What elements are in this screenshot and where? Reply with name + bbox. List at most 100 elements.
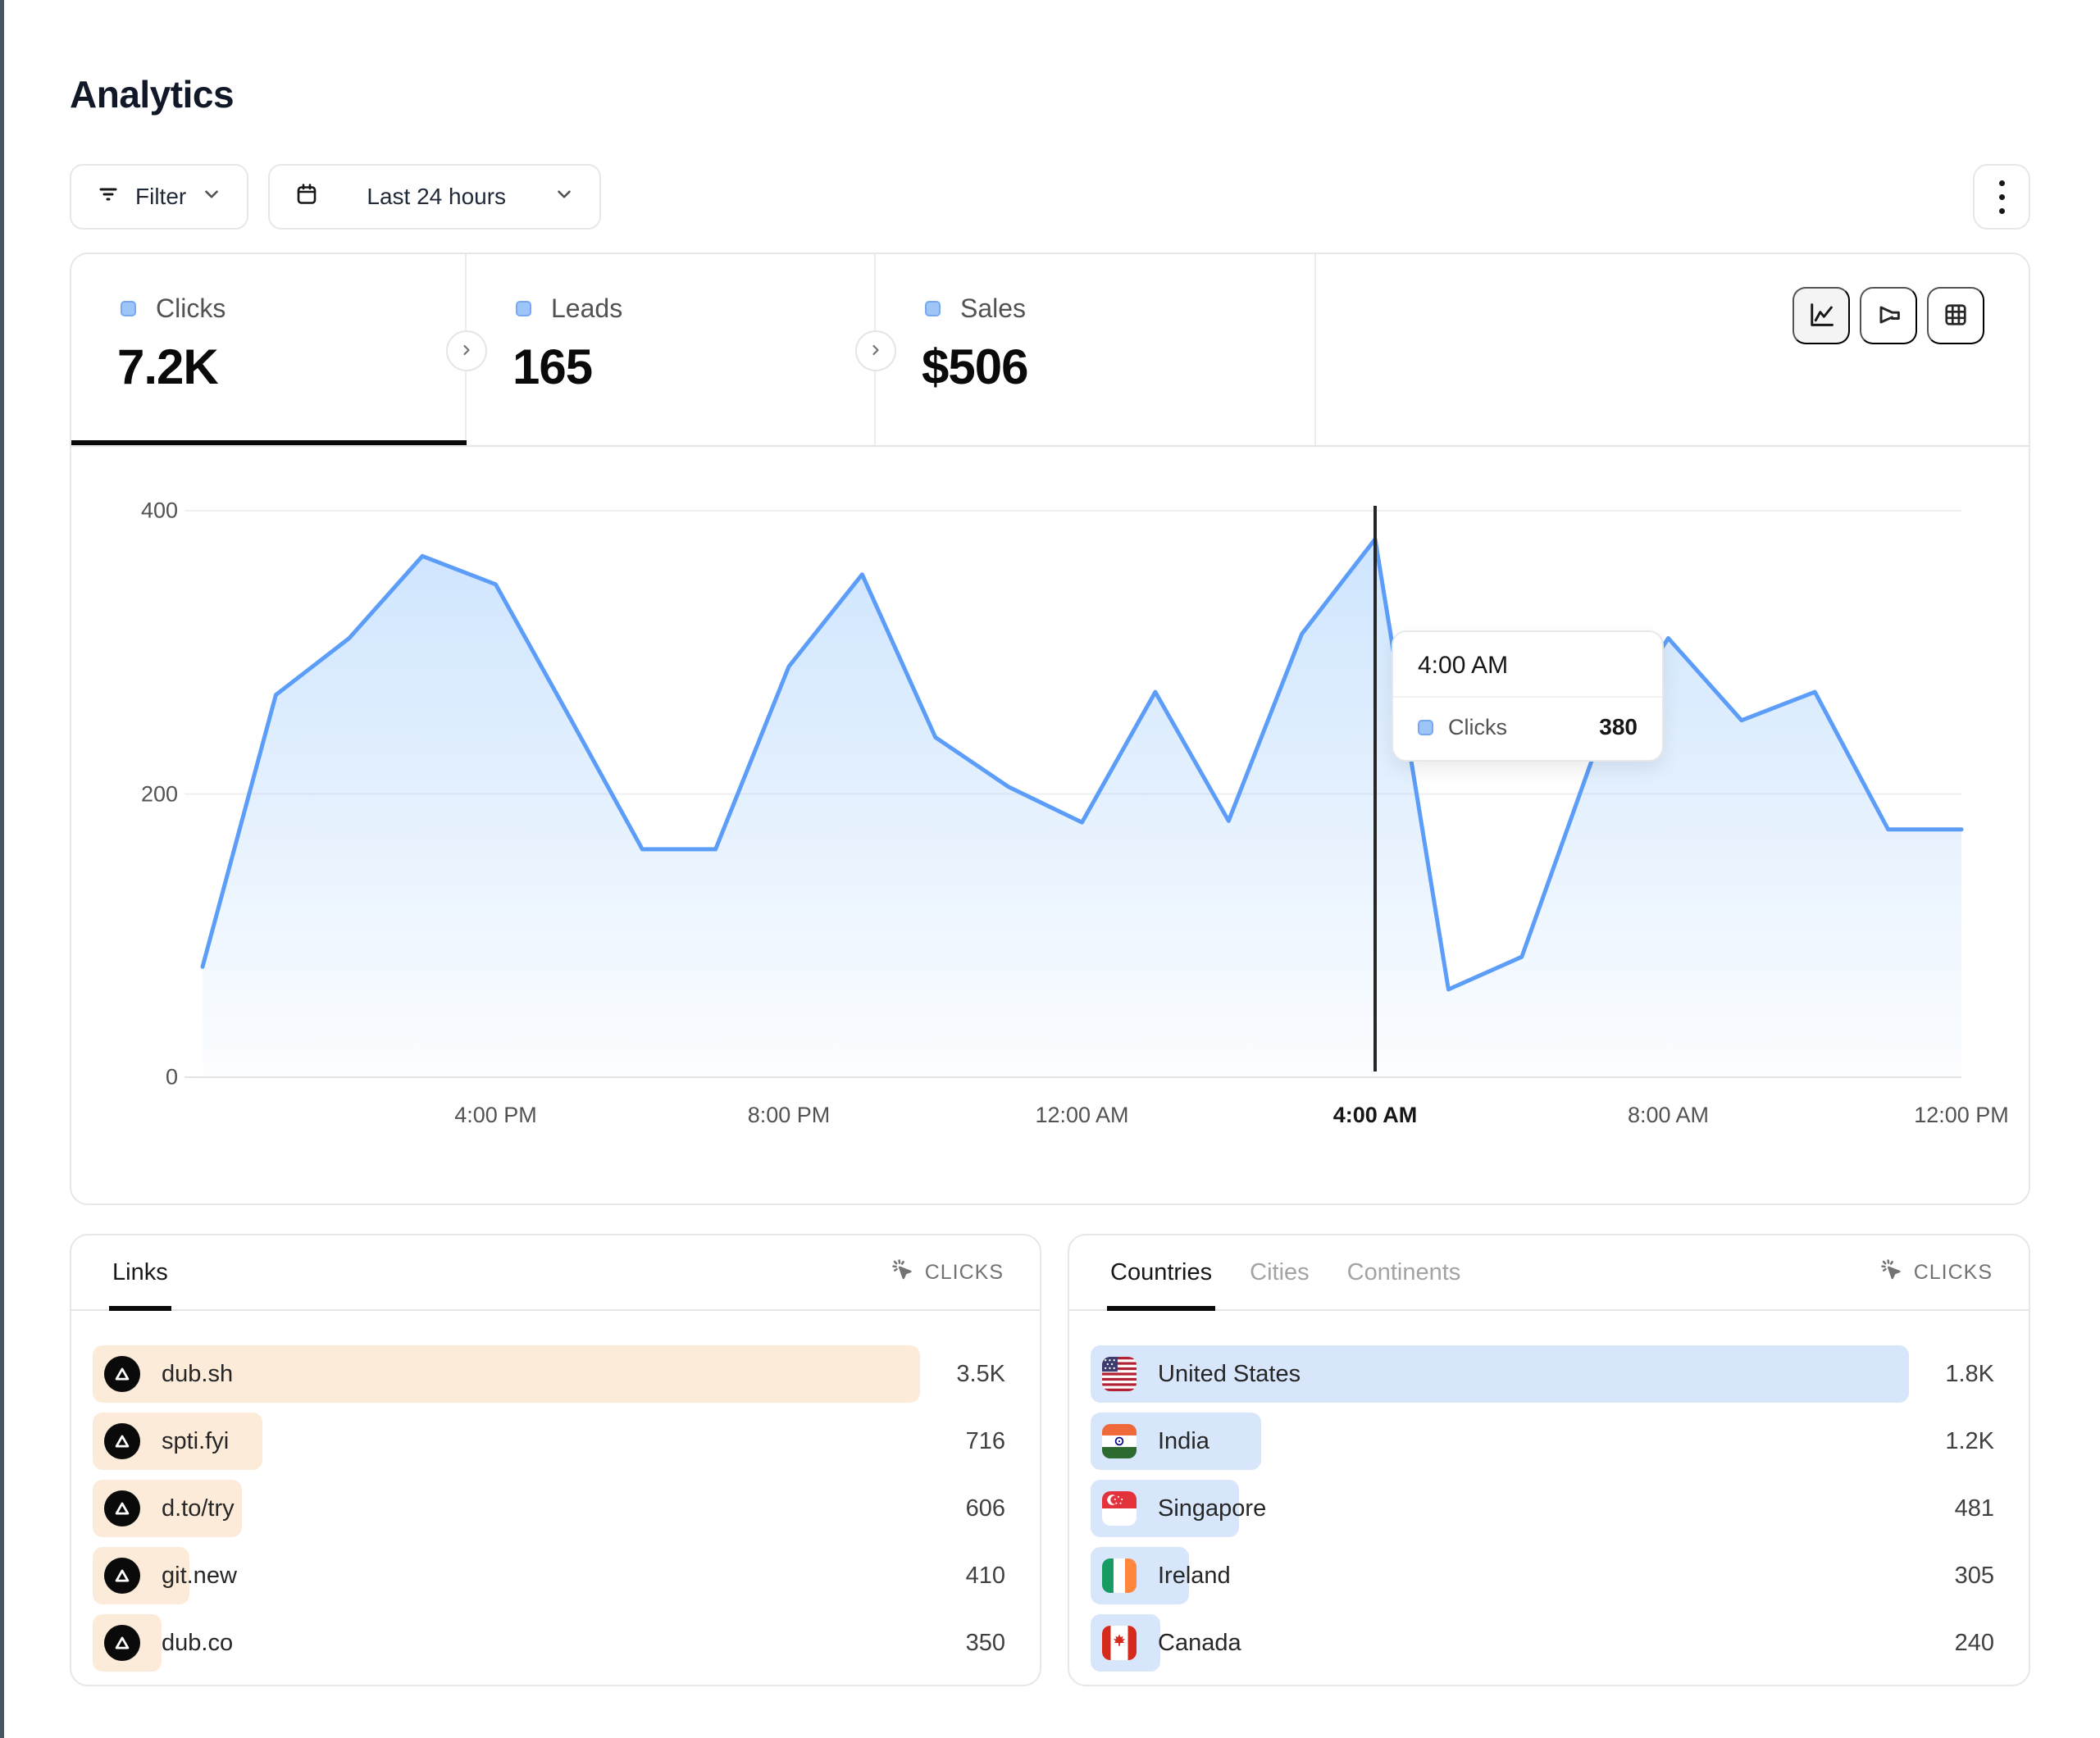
clicks-legend-icon [121, 301, 136, 316]
stat-label: Leads [551, 293, 622, 324]
row-value: 481 [1955, 1495, 1994, 1522]
countries-card: Countries Cities Continents [1068, 1234, 2030, 1686]
row-label: Singapore [1158, 1495, 1266, 1522]
date-range-button[interactable]: Last 24 hours [268, 164, 601, 230]
metric-label: CLICKS [1914, 1261, 1993, 1285]
tab-clicks[interactable]: Clicks 7.2K [71, 254, 467, 445]
sg-flag-icon [1102, 1491, 1137, 1526]
ie-flag-icon [1102, 1558, 1137, 1593]
analytics-page: Analytics Filter Last 24 hou [70, 0, 2030, 1686]
chevron-down-icon [553, 184, 575, 211]
filter-lines-icon [96, 182, 121, 212]
tab-continents[interactable]: Continents [1347, 1235, 1461, 1309]
analytics-chart-card: Clicks 7.2K Leads 165 Sales $506 [70, 253, 2030, 1205]
chevron-right-icon [458, 342, 475, 361]
list-item-india[interactable]: India1.2K [1091, 1413, 2007, 1470]
row-label: spti.fyi [162, 1428, 229, 1455]
list-item-git-new[interactable]: git.new 410 [93, 1547, 1018, 1604]
row-value: 606 [966, 1495, 1005, 1522]
row-label: dub.co [162, 1630, 233, 1657]
funnel-chart-icon [1874, 300, 1903, 332]
funnel-chart-view-button[interactable] [1860, 287, 1917, 344]
row-label: dub.sh [162, 1361, 233, 1388]
filter-button[interactable]: Filter [70, 164, 248, 230]
row-value: 240 [1955, 1630, 1994, 1657]
x-axis-label: 4:00 AM [1333, 1103, 1418, 1128]
next-stat-button[interactable] [446, 330, 487, 371]
tooltip-legend-icon [1418, 720, 1433, 735]
dub-logo-icon [104, 1625, 140, 1661]
kebab-menu-button[interactable] [1973, 164, 2030, 230]
stat-value: 165 [512, 339, 874, 395]
line-chart-icon [1806, 300, 1836, 332]
list-item-canada[interactable]: Canada 240 [1091, 1614, 2007, 1672]
filter-button-label: Filter [135, 184, 186, 210]
list-item-ireland[interactable]: Ireland305 [1091, 1547, 2007, 1604]
tooltip-value: 380 [1599, 714, 1638, 740]
active-tab-underline [71, 440, 467, 445]
next-stat-button[interactable] [855, 330, 896, 371]
links-metric-toggle[interactable]: CLICKS [891, 1258, 1004, 1288]
page-title: Analytics [70, 72, 2030, 116]
list-item-spti-fyi[interactable]: spti.fyi 716 [93, 1413, 1018, 1470]
leads-legend-icon [516, 301, 531, 316]
list-item-dub-co[interactable]: dub.co 350 [93, 1614, 1018, 1672]
tab-links[interactable]: Links [112, 1235, 168, 1309]
stat-value: $506 [922, 339, 1314, 395]
x-axis-label: 8:00 PM [748, 1103, 831, 1128]
line-chart-view-button[interactable] [1793, 287, 1850, 344]
row-value: 410 [966, 1563, 1005, 1590]
y-axis-label: 200 [71, 781, 178, 807]
y-axis-label: 400 [71, 498, 178, 524]
calendar-icon [294, 182, 319, 212]
x-axis-label: 4:00 PM [454, 1103, 537, 1128]
countries-metric-toggle[interactable]: CLICKS [1879, 1258, 1993, 1288]
row-value: 716 [966, 1428, 1005, 1455]
links-list: dub.sh 3.5K spti.fyi 716 d.to/try 606 git.new 4… [71, 1311, 1040, 1672]
y-axis-label: 0 [71, 1065, 178, 1090]
in-flag-icon [1102, 1424, 1137, 1458]
row-value: 305 [1955, 1563, 1994, 1590]
row-label: Canada [1158, 1630, 1241, 1657]
row-value: 1.8K [1945, 1361, 1994, 1388]
tab-leads[interactable]: Leads 165 [467, 254, 876, 445]
row-label: git.new [162, 1563, 237, 1590]
list-item-dub-sh[interactable]: dub.sh 3.5K [93, 1345, 1018, 1403]
tab-continents-label: Continents [1347, 1259, 1461, 1286]
tab-countries[interactable]: Countries [1110, 1235, 1212, 1309]
dub-logo-icon [104, 1423, 140, 1459]
chart-view-toggles [1793, 287, 1984, 344]
stats-tab-strip: Clicks 7.2K Leads 165 Sales $506 [71, 254, 2029, 447]
table-view-button[interactable] [1927, 287, 1984, 344]
x-axis-label: 12:00 AM [1035, 1103, 1128, 1128]
tooltip-series-label: Clicks [1448, 715, 1584, 740]
row-label: d.to/try [162, 1495, 235, 1522]
list-item-united-states[interactable]: United States 1.8K [1091, 1345, 2007, 1403]
list-item-d-to-try[interactable]: d.to/try 606 [93, 1480, 1018, 1537]
sidebar-edge [0, 0, 4, 1738]
clicks-area-chart[interactable]: 0200400 4:00 PM8:00 PM12:00 AM4:00 AM8:0… [71, 447, 2029, 1203]
tab-sales[interactable]: Sales $506 [876, 254, 1316, 445]
chevron-down-icon [201, 184, 222, 211]
chevron-right-icon [868, 342, 884, 361]
stat-label: Clicks [156, 293, 225, 324]
list-item-singapore[interactable]: Singapore 481 [1091, 1480, 2007, 1537]
tab-cities[interactable]: Cities [1250, 1235, 1310, 1309]
row-value: 3.5K [956, 1361, 1005, 1388]
table-grid-icon [1941, 300, 1970, 332]
kebab-menu-icon [1999, 180, 2005, 186]
x-axis-label: 12:00 PM [1914, 1103, 2009, 1128]
stat-label: Sales [960, 293, 1026, 324]
tab-countries-label: Countries [1110, 1259, 1212, 1286]
metric-label: CLICKS [925, 1261, 1004, 1285]
cursor-click-icon [1879, 1258, 1904, 1288]
tab-cities-label: Cities [1250, 1259, 1310, 1286]
dub-logo-icon [104, 1490, 140, 1526]
row-value: 350 [966, 1630, 1005, 1657]
toolbar: Filter Last 24 hours [70, 164, 2030, 230]
us-flag-icon [1102, 1357, 1137, 1391]
row-label: United States [1158, 1361, 1301, 1388]
stat-value: 7.2K [117, 339, 465, 395]
chart-plot [71, 447, 2029, 1203]
row-label: India [1158, 1428, 1209, 1455]
